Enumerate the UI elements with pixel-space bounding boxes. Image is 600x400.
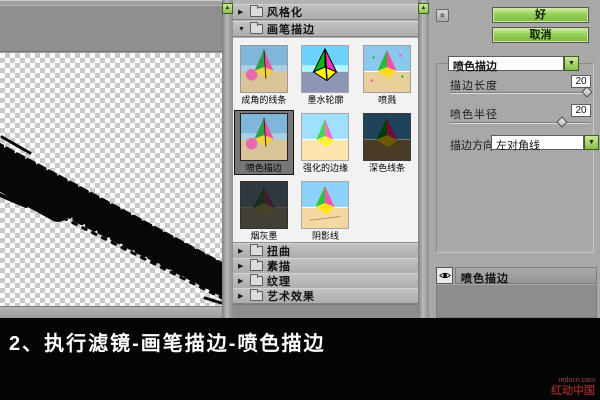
filter-thumb-spatter[interactable]: 喷溅 <box>358 43 416 106</box>
scroll-up-button[interactable]: ▲ <box>222 3 233 14</box>
category-label: 画笔描边 <box>267 21 315 37</box>
tutorial-caption: 2、执行滤镜-画笔描边-喷色描边 <box>9 327 325 356</box>
filter-thumb-sumi-e[interactable]: 烟灰墨 <box>235 179 293 242</box>
eye-icon <box>439 271 451 280</box>
filter-select-value[interactable]: 喷色描边 <box>448 56 564 71</box>
collapsed-triangle-icon: ▶ <box>238 277 246 285</box>
thumb-label: 喷溅 <box>358 95 416 105</box>
collapsed-triangle-icon: ▶ <box>238 247 246 255</box>
stroke-direction-value[interactable]: 左对角线 <box>491 135 584 150</box>
category-label: 纹理 <box>267 273 291 289</box>
folder-open-icon <box>250 24 263 34</box>
divider-scrollbar-right[interactable]: ▲ <box>418 0 429 318</box>
preview-pane <box>0 0 222 318</box>
thumb-label: 墨水轮廓 <box>296 95 354 105</box>
collapse-chevrons-icon: « <box>437 13 448 18</box>
collapsed-triangle-icon: ▶ <box>238 262 246 270</box>
watermark-url: redocn.com <box>551 377 595 385</box>
filter-thumbnail-grid: 成角的线条 墨水轮廓 喷溅 喷色描边 强化的边缘 <box>233 38 418 243</box>
expanded-triangle-icon: ▼ <box>238 26 246 33</box>
scroll-up-button[interactable]: ▲ <box>418 3 429 14</box>
dropdown-arrow-icon[interactable]: ▼ <box>564 56 579 71</box>
filter-thumb-angled-strokes[interactable]: 成角的线条 <box>235 43 293 106</box>
watermark-brand: 红动中国 <box>551 385 595 397</box>
spray-radius-label: 喷色半径 <box>450 106 498 122</box>
collapsed-triangle-icon: ▶ <box>238 292 246 300</box>
category-label: 风格化 <box>267 4 303 20</box>
filter-gallery-dialog: ▲ ▶ 风格化 ▼ 画笔描边 成角的线条 <box>0 0 600 318</box>
filter-category-pane: ▶ 风格化 ▼ 画笔描边 成角的线条 墨水轮廓 <box>233 0 418 318</box>
thumb-label: 烟灰墨 <box>235 231 293 241</box>
dropdown-arrow-icon[interactable]: ▼ <box>584 135 599 150</box>
thumb-label: 喷色描边 <box>235 163 293 173</box>
collapsed-triangle-icon: ▶ <box>238 8 246 16</box>
spray-radius-slider[interactable] <box>450 122 590 124</box>
category-texture[interactable]: ▶ 纹理 <box>233 273 418 289</box>
preview-canvas[interactable] <box>0 53 222 306</box>
category-sketch[interactable]: ▶ 素描 <box>233 258 418 274</box>
screenshot-root: ▲ ▶ 风格化 ▼ 画笔描边 成角的线条 <box>0 0 600 400</box>
stroke-length-value[interactable]: 20 <box>571 75 591 88</box>
stroke-length-label: 描边长度 <box>450 77 498 93</box>
folder-icon <box>250 291 263 301</box>
folder-icon <box>250 7 263 17</box>
caption-bar: 2、执行滤镜-画笔描边-喷色描边 redocn.com 红动中国 <box>0 318 600 400</box>
category-artistic[interactable]: ▶ 艺术效果 <box>233 288 418 304</box>
filter-thumb-ink-outlines[interactable]: 墨水轮廓 <box>296 43 354 106</box>
filter-thumb-accented-edges[interactable]: 强化的边缘 <box>296 111 354 174</box>
settings-pane: « 好 取消 喷色描边 ▼ 描边长度 20 喷色半径 20 描边方向: 左对角线… <box>429 0 600 318</box>
cancel-button[interactable]: 取消 <box>492 27 589 43</box>
stroke-direction-label: 描边方向: <box>450 137 497 153</box>
thumb-label: 深色线条 <box>358 163 416 173</box>
folder-icon <box>250 246 263 256</box>
category-stylize[interactable]: ▶ 风格化 <box>233 4 418 20</box>
visibility-toggle[interactable] <box>436 267 453 284</box>
thumb-label: 强化的边缘 <box>296 163 354 173</box>
folder-icon <box>250 276 263 286</box>
category-label: 扭曲 <box>267 243 291 259</box>
thumb-label: 成角的线条 <box>235 95 293 105</box>
folder-icon <box>250 261 263 271</box>
category-distort[interactable]: ▶ 扭曲 <box>233 243 418 259</box>
filter-pane-footer <box>233 304 418 318</box>
divider-scrollbar-left[interactable]: ▲ <box>222 0 233 318</box>
filter-thumb-crosshatch[interactable]: 阴影线 <box>296 179 354 242</box>
effect-layers-area <box>436 285 597 318</box>
filter-select-dropdown[interactable]: 喷色描边 ▼ <box>448 56 579 71</box>
preview-toolbar <box>0 5 222 52</box>
stroke-length-slider[interactable] <box>450 92 590 94</box>
watermark: redocn.com 红动中国 <box>551 377 595 397</box>
effect-layer-row[interactable]: 喷色描边 <box>436 267 597 284</box>
effect-layer-name: 喷色描边 <box>455 267 597 284</box>
collapse-panel-button[interactable]: « <box>436 9 449 22</box>
filter-thumb-sprayed-strokes[interactable]: 喷色描边 <box>235 111 293 174</box>
category-label: 素描 <box>267 258 291 274</box>
filter-thumb-dark-strokes[interactable]: 深色线条 <box>358 111 416 174</box>
category-brush-strokes[interactable]: ▼ 画笔描边 <box>233 21 418 37</box>
category-label: 艺术效果 <box>267 288 315 304</box>
spray-radius-value[interactable]: 20 <box>571 104 591 117</box>
stroke-direction-dropdown[interactable]: 左对角线 ▼ <box>491 135 599 150</box>
thumb-label: 阴影线 <box>296 231 354 241</box>
ok-button[interactable]: 好 <box>492 7 589 23</box>
brush-stroke-image <box>0 53 222 306</box>
